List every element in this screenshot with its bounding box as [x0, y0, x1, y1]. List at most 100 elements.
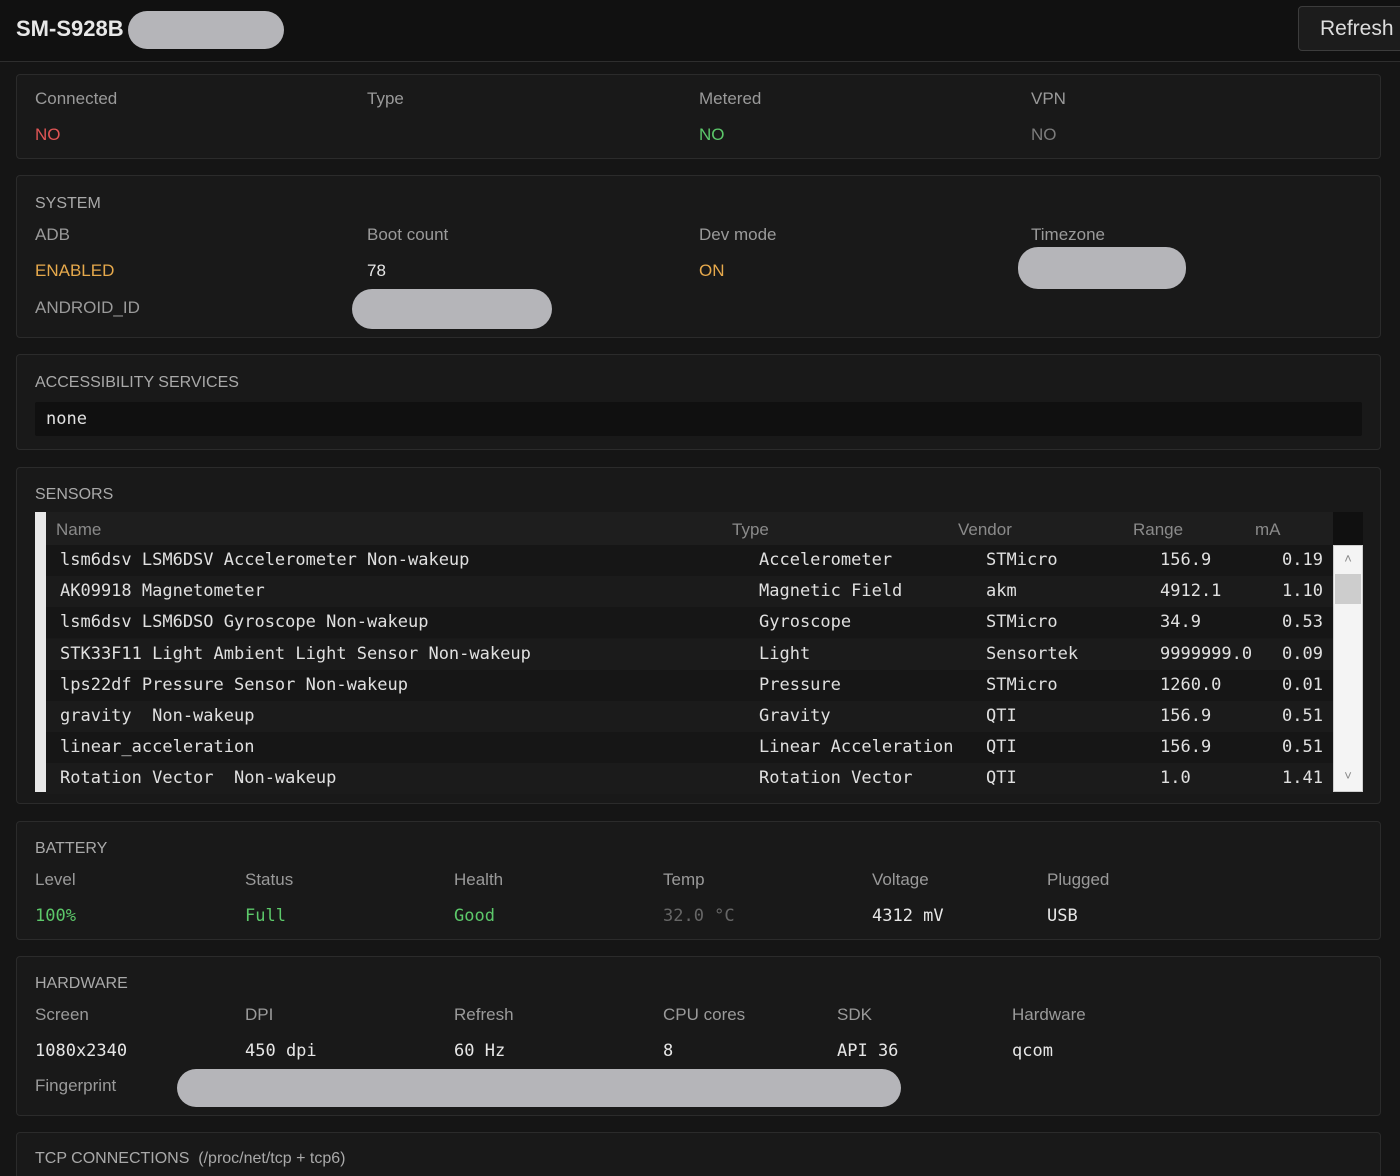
screen-value: 1080x2340 [35, 1041, 128, 1061]
vpn-label: VPN [1031, 89, 1066, 108]
tcp-title: TCP CONNECTIONS (/proc/net/tcp + tcp6) [35, 1150, 346, 1167]
cell-name: lsm6dsv LSM6DSV Accelerometer Non-wakeup [60, 550, 470, 570]
table-row[interactable]: lps22df Pressure Sensor Non-wakeup Pressu… [46, 669, 1333, 701]
cell-range: 1.0 [1160, 768, 1191, 789]
cell-ma: 0.09 [1282, 643, 1323, 664]
connected-value: NO [35, 125, 61, 144]
col-type[interactable]: Type [732, 520, 769, 540]
cell-vendor: QTI [986, 706, 1017, 726]
fingerprint-label: Fingerprint [35, 1076, 117, 1095]
cell-name: linear_acceleration [60, 737, 255, 758]
cell-range: 156.9 [1160, 550, 1212, 570]
dev-mode-label: Dev mode [699, 225, 777, 244]
sensors-card: SENSORS Name Type Vendor Range mA lsm6ds… [16, 467, 1381, 804]
cell-name: AK09918 Magnetometer [60, 581, 265, 602]
system-card: SYSTEM ADB ENABLED Boot count 78 Dev mod… [16, 175, 1381, 338]
plugged-label: Plugged [1047, 870, 1110, 889]
type-label: Type [367, 89, 404, 108]
table-scrollbar[interactable]: ˄ ˅ [1333, 545, 1363, 792]
health-value: Good [454, 906, 495, 926]
cell-name: gravity Non-wakeup [60, 706, 255, 726]
dpi-value: 450 dpi [245, 1041, 317, 1061]
cell-vendor: STMicro [986, 550, 1058, 570]
col-ma[interactable]: mA [1255, 520, 1281, 540]
table-row[interactable]: AK09918 Magnetometer Magnetic Field akm 491… [46, 576, 1333, 608]
screen-label: Screen [35, 1005, 89, 1024]
cell-type: Magnetic Field [759, 581, 903, 602]
temp-label: Temp [663, 870, 705, 889]
cell-vendor: STMicro [986, 674, 1058, 695]
adb-value: ENABLED [35, 261, 115, 280]
voltage-label: Voltage [872, 870, 929, 889]
health-label: Health [454, 870, 504, 889]
accessibility-title: ACCESSIBILITY SERVICES [35, 374, 239, 391]
level-label: Level [35, 870, 76, 889]
network-card: Connected NO Type Metered NO VPN NO [16, 74, 1381, 159]
table-row[interactable]: STK33F11 Light Ambient Light Sensor Non-… [46, 638, 1333, 670]
voltage-value: 4312 mV [872, 906, 944, 926]
cell-range: 156.9 [1160, 706, 1212, 726]
col-vendor[interactable]: Vendor [958, 520, 1012, 540]
hardware-card: HARDWARE Screen 1080x2340 DPI 450 dpi Re… [16, 956, 1381, 1116]
cell-type: Light [759, 643, 811, 664]
refresh-rate-label: Refresh [454, 1005, 514, 1024]
cell-name: lsm6dsv LSM6DSO Gyroscope Non-wakeup [60, 612, 429, 633]
cell-type: Gyroscope [759, 612, 852, 633]
temp-value: 32.0 °C [663, 906, 735, 926]
cell-range: 34.9 [1160, 612, 1201, 633]
table-row[interactable]: lsm6dsv LSM6DSV Accelerometer Non-wakeup… [46, 545, 1333, 576]
metered-value: NO [699, 125, 725, 144]
adb-label: ADB [35, 225, 70, 244]
redacted-android-id [352, 289, 552, 329]
refresh-button[interactable]: Refresh [1298, 6, 1400, 51]
sdk-value: API 36 [837, 1041, 899, 1061]
cell-ma: 1.10 [1282, 581, 1323, 602]
cell-range: 9999999.0 [1160, 643, 1253, 664]
table-row[interactable]: linear_acceleration Linear Acceleration QT… [46, 732, 1333, 764]
hardware-label: Hardware [1012, 1005, 1086, 1024]
cell-name: Rotation Vector Non-wakeup [60, 768, 337, 789]
cell-type: Accelerometer [759, 550, 893, 570]
cell-ma: 0.51 [1282, 706, 1323, 726]
vpn-value: NO [1031, 125, 1057, 144]
chevron-up-icon[interactable]: ˄ [1339, 550, 1357, 568]
accessibility-card: ACCESSIBILITY SERVICES none [16, 354, 1381, 450]
table-row[interactable]: gravity Non-wakeup Gravity QTI 156.9 0.51 [46, 701, 1333, 732]
cell-ma: 0.01 [1282, 674, 1323, 695]
system-title: SYSTEM [35, 195, 101, 212]
redacted-timezone [1018, 247, 1186, 289]
dev-mode-value: ON [699, 261, 725, 280]
battery-card: BATTERY Level 100% Status Full Health Go… [16, 821, 1381, 940]
cell-ma: 0.53 [1282, 612, 1323, 633]
tcp-card: TCP CONNECTIONS (/proc/net/tcp + tcp6) [16, 1132, 1381, 1176]
scroll-gutter [1333, 512, 1363, 545]
table-row[interactable]: Rotation Vector Non-wakeup Rotation Vecto… [46, 763, 1333, 795]
chevron-down-icon[interactable]: ˅ [1339, 767, 1357, 785]
cell-name: STK33F11 Light Ambient Light Sensor Non-… [60, 643, 531, 664]
cell-ma: 1.41 [1282, 768, 1323, 789]
sdk-label: SDK [837, 1005, 872, 1024]
status-label: Status [245, 870, 294, 889]
redacted-serial [128, 11, 284, 49]
table-left-edge [35, 512, 46, 792]
cell-ma: 0.51 [1282, 737, 1323, 758]
cell-vendor: akm [986, 581, 1017, 602]
cell-range: 1260.0 [1160, 674, 1222, 695]
dpi-label: DPI [245, 1005, 274, 1024]
cell-type: Gravity [759, 706, 831, 726]
cell-vendor: QTI [986, 737, 1017, 758]
accessibility-value: none [46, 409, 87, 429]
redacted-fingerprint [177, 1069, 901, 1107]
cell-ma: 0.19 [1282, 550, 1323, 570]
cpu-cores-label: CPU cores [663, 1005, 746, 1024]
col-name[interactable]: Name [56, 520, 101, 540]
cell-range: 156.9 [1160, 737, 1212, 758]
cell-vendor: STMicro [986, 612, 1058, 633]
col-range[interactable]: Range [1133, 520, 1183, 540]
table-row[interactable]: lsm6dsv LSM6DSO Gyroscope Non-wakeup Gyro… [46, 607, 1333, 639]
level-value: 100% [35, 906, 76, 926]
metered-label: Metered [699, 89, 762, 108]
hardware-title: HARDWARE [35, 975, 128, 992]
timezone-label: Timezone [1031, 225, 1106, 244]
scrollbar-thumb[interactable] [1335, 574, 1361, 604]
